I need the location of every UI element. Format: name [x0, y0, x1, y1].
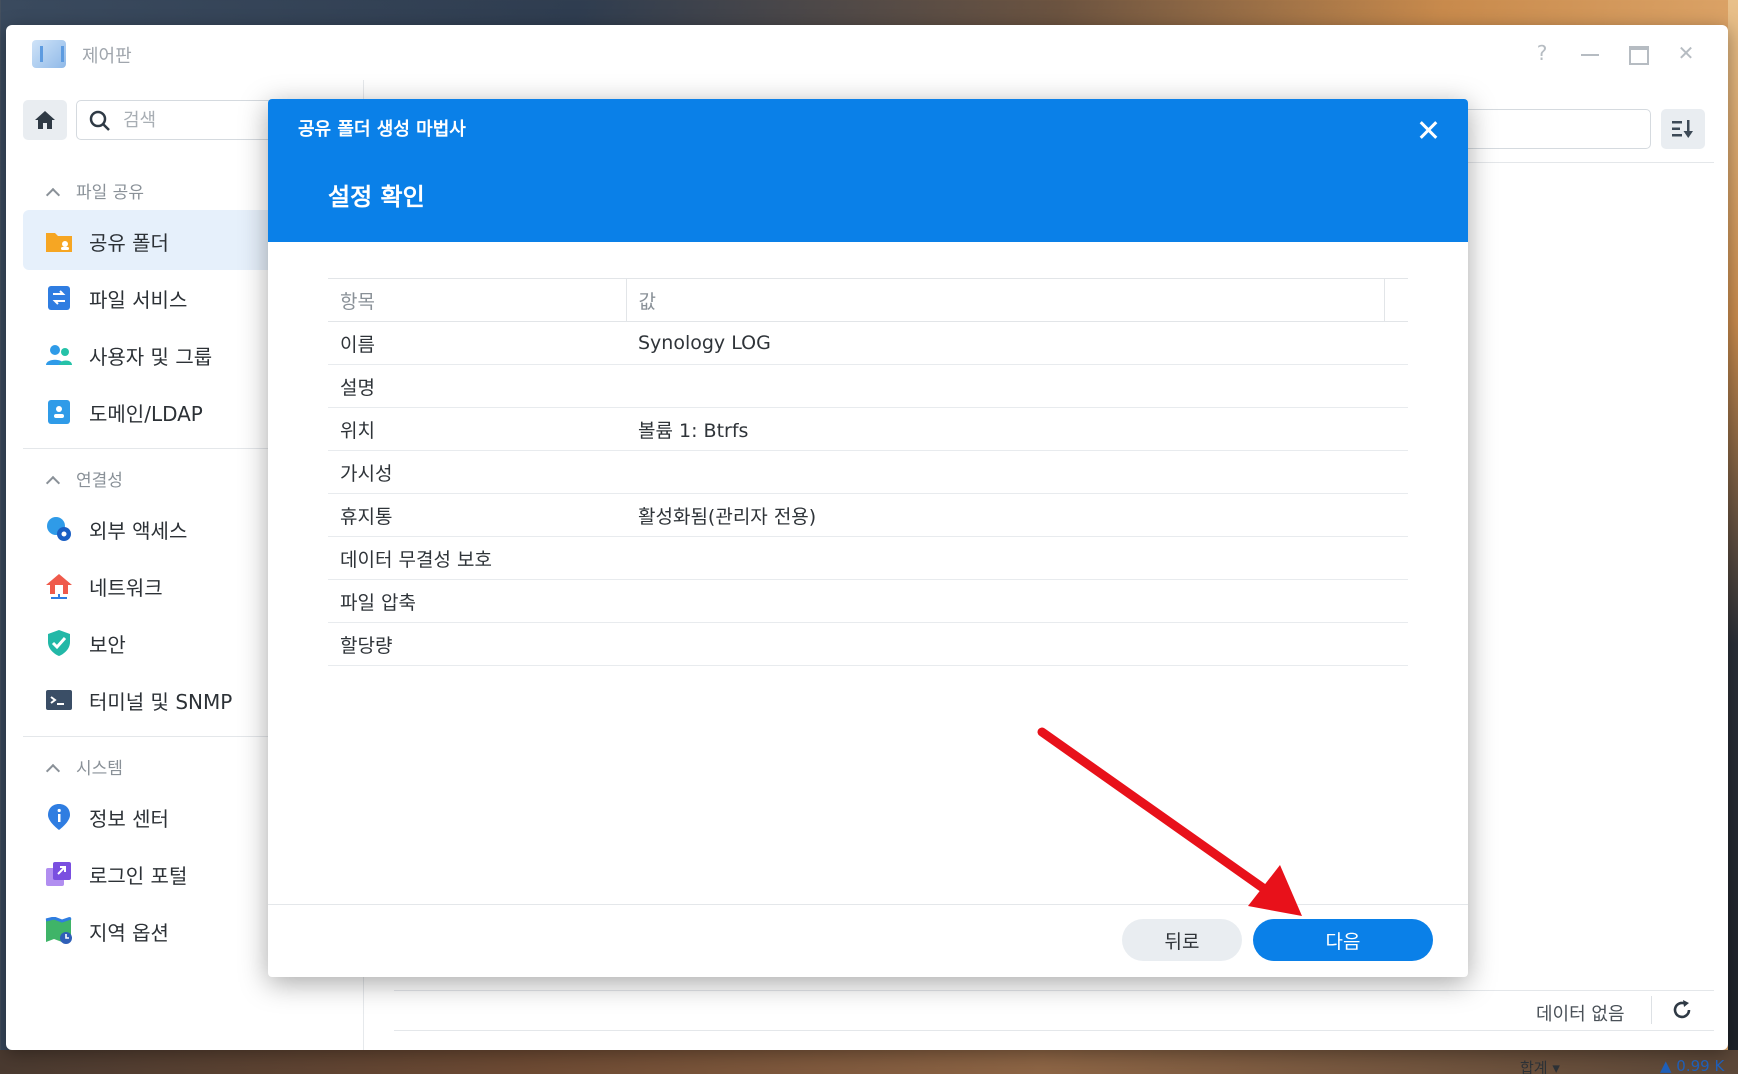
status-bar-divider	[394, 990, 1714, 991]
section-system[interactable]: 시스템	[45, 754, 123, 779]
terminal-icon	[46, 690, 72, 710]
sidebar-item-label: 공유 폴더	[89, 231, 169, 255]
sidebar-item-label: 파일 서비스	[89, 288, 188, 312]
sidebar-item-label: 도메인/LDAP	[89, 402, 203, 426]
sort-button[interactable]	[1661, 109, 1705, 149]
home-button[interactable]	[23, 100, 67, 140]
file-services-icon	[48, 286, 70, 310]
desktop-wallpaper-bottom	[0, 1050, 1738, 1074]
row-item: 휴지통	[328, 493, 626, 537]
table-row: 휴지통 활성화됨(관리자 전용)	[328, 493, 1408, 537]
row-item: 가시성	[328, 450, 626, 494]
sidebar-item-label: 터미널 및 SNMP	[89, 690, 233, 714]
shared-folder-icon	[46, 233, 72, 252]
section-title: 시스템	[76, 759, 123, 779]
domain-ldap-icon	[48, 400, 70, 424]
wizard-title: 공유 폴더 생성 마법사	[298, 119, 466, 140]
status-bar-separator	[1651, 996, 1652, 1024]
home-icon	[35, 111, 55, 129]
help-button[interactable]: ?	[1527, 38, 1557, 68]
refresh-icon[interactable]	[1670, 998, 1694, 1022]
search-icon	[89, 110, 110, 131]
close-icon[interactable]	[1413, 115, 1443, 145]
row-item: 데이터 무결성 보호	[328, 536, 626, 580]
row-value	[626, 450, 1408, 494]
settings-summary-table: 항목 값 이름 Synology LOG 설명 위치 볼륨 1: Btrfs 가…	[328, 278, 1408, 666]
widget-total-label: 합계 ▾	[1520, 1059, 1560, 1074]
row-value: 활성화됨(관리자 전용)	[626, 493, 1408, 537]
section-connectivity[interactable]: 연결성	[45, 466, 123, 491]
column-header-item: 항목	[328, 278, 627, 322]
row-item: 할당량	[328, 622, 626, 666]
table-row: 가시성	[328, 450, 1408, 494]
external-access-icon	[47, 517, 71, 541]
table-row: 이름 Synology LOG	[328, 321, 1408, 365]
sidebar-item-label: 네트워크	[89, 576, 163, 600]
user-group-icon	[46, 345, 72, 365]
chevron-up-icon	[45, 187, 61, 203]
table-header-row: 항목 값	[328, 278, 1408, 322]
network-icon	[46, 574, 72, 599]
row-item: 이름	[328, 321, 626, 365]
status-bar-divider	[394, 1030, 1714, 1031]
close-window-button[interactable]: ✕	[1671, 38, 1701, 68]
login-portal-icon	[46, 862, 71, 886]
row-item: 위치	[328, 407, 626, 451]
row-value	[626, 579, 1408, 623]
sidebar-item-label: 보안	[89, 633, 126, 657]
row-value	[626, 622, 1408, 666]
desktop-widget-strip: 합계 ▾ ▲ 0.99 K	[1500, 1055, 1728, 1074]
table-row: 데이터 무결성 보호	[328, 536, 1408, 580]
desktop-wallpaper	[1728, 0, 1738, 1074]
step-title: 설정 확인	[328, 183, 425, 211]
row-item: 설명	[328, 364, 626, 408]
sidebar-item-label: 지역 옵션	[89, 921, 169, 945]
column-header-value: 값	[626, 278, 1385, 322]
content-search-field[interactable]	[1446, 109, 1651, 149]
dialog-header: 공유 폴더 생성 마법사 설정 확인	[268, 99, 1468, 242]
chevron-up-icon	[45, 763, 61, 779]
window-title: 제어판	[82, 46, 132, 67]
table-row: 위치 볼륨 1: Btrfs	[328, 407, 1408, 451]
window-titlebar: 제어판 ? ✕	[6, 25, 1728, 80]
row-value	[626, 536, 1408, 580]
row-value: 볼륨 1: Btrfs	[626, 407, 1408, 451]
maximize-button[interactable]	[1623, 38, 1653, 68]
row-item: 파일 압축	[328, 579, 626, 623]
security-shield-icon	[48, 630, 70, 656]
section-title: 연결성	[76, 471, 123, 491]
table-row: 설명	[328, 364, 1408, 408]
widget-upload-rate: ▲ 0.99 K	[1660, 1057, 1725, 1074]
control-panel-app-icon	[32, 40, 66, 68]
section-title: 파일 공유	[76, 183, 144, 203]
table-row: 할당량	[328, 622, 1408, 666]
column-header-spacer	[1384, 278, 1408, 322]
chevron-up-icon	[45, 475, 61, 491]
sidebar-item-label: 외부 액세스	[89, 519, 188, 543]
annotation-arrow-icon	[1037, 727, 1302, 916]
info-center-icon	[48, 804, 70, 830]
row-value	[626, 364, 1408, 408]
sidebar-item-label: 사용자 및 그룹	[89, 345, 213, 369]
sidebar-item-label: 정보 센터	[89, 807, 169, 831]
table-row: 파일 압축	[328, 579, 1408, 623]
sort-icon	[1672, 120, 1693, 138]
sidebar-item-label: 로그인 포털	[89, 864, 188, 888]
regional-options-icon	[45, 917, 72, 944]
minimize-button[interactable]	[1575, 38, 1605, 68]
section-file-sharing[interactable]: 파일 공유	[45, 178, 144, 203]
no-data-label: 데이터 없음	[1536, 1004, 1625, 1025]
row-value: Synology LOG	[626, 321, 1408, 365]
